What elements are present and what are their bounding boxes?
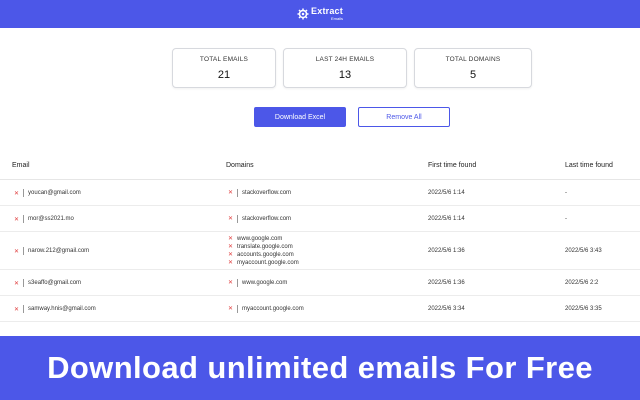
remove-domain-icon[interactable]: ✕ — [228, 189, 233, 197]
divider — [237, 305, 239, 313]
first-found-value: 2022/5/6 1:14 — [428, 190, 465, 196]
stat-label: TOTAL EMAILS — [199, 56, 249, 63]
remove-email-icon[interactable]: ✕ — [14, 280, 19, 287]
gear-icon — [297, 8, 309, 20]
first-found-value: 2022/5/6 3:34 — [428, 306, 465, 312]
table-header: Email Domains First time found Last time… — [0, 152, 640, 180]
first-found-value: 2022/5/6 1:14 — [428, 216, 465, 222]
domain-value: myaccount.google.com — [242, 306, 304, 312]
table-row: ✕ samway.hnis@gmail.com ✕ myaccount.googl… — [0, 296, 640, 322]
emails-table: Email Domains First time found Last time… — [0, 152, 640, 322]
stat-value: 21 — [217, 69, 231, 81]
table-row: ✕ mor@ss2021.mo ✕ stackoverflow.com 2022/… — [0, 206, 640, 232]
domain-value: www.google.com — [242, 280, 288, 286]
logo-subtitle: Emails — [330, 16, 343, 21]
header-email: Email — [12, 162, 30, 169]
stat-card-total-emails: TOTAL EMAILS 21 — [172, 48, 276, 88]
header-last-found: Last time found — [565, 162, 613, 169]
divider — [23, 215, 25, 223]
header-first-found: First time found — [428, 162, 477, 169]
stat-label: LAST 24H EMAILS — [315, 56, 375, 63]
promo-banner: Download unlimited emails For Free — [0, 336, 640, 400]
remove-all-button[interactable]: Remove All — [358, 107, 450, 127]
email-value: s3eaffo@gmail.com — [28, 280, 82, 286]
divider — [237, 215, 239, 223]
stat-value: 13 — [338, 69, 352, 81]
first-found-value: 2022/5/6 1:36 — [428, 280, 465, 286]
domain-value: stackoverflow.com — [242, 190, 292, 196]
download-excel-button[interactable]: Download Excel — [254, 107, 346, 127]
divider — [237, 189, 239, 197]
table-row: ✕ s3eaffo@gmail.com ✕ www.google.com 2022… — [0, 270, 640, 296]
divider — [23, 189, 25, 197]
last-found-value: 2022/5/6 3:43 — [565, 248, 602, 254]
remove-domain-icon[interactable]: ✕ — [228, 235, 233, 243]
stat-label: TOTAL DOMAINS — [445, 56, 501, 63]
first-found-value: 2022/5/6 1:36 — [428, 248, 465, 254]
remove-domain-icon[interactable]: ✕ — [228, 215, 233, 223]
stat-card-total-domains: TOTAL DOMAINS 5 — [414, 48, 532, 88]
remove-domain-icon[interactable]: ✕ — [228, 305, 233, 313]
stat-card-last-24h-emails: LAST 24H EMAILS 13 — [283, 48, 407, 88]
last-found-value: - — [565, 216, 567, 222]
remove-email-icon[interactable]: ✕ — [14, 190, 19, 197]
last-found-value: 2022/5/6 2:2 — [565, 280, 599, 286]
remove-domain-icon[interactable]: ✕ — [228, 259, 233, 267]
header-domains: Domains — [226, 162, 254, 169]
remove-domain-icon[interactable]: ✕ — [228, 279, 233, 287]
stat-value: 5 — [469, 69, 477, 81]
domain-value: myaccount.google.com — [237, 260, 299, 266]
email-value: narow.212@gmail.com — [28, 248, 90, 254]
remove-domain-icon[interactable]: ✕ — [228, 251, 233, 259]
email-value: youcan@gmail.com — [28, 190, 81, 196]
divider — [23, 279, 25, 287]
table-row: ✕ youcan@gmail.com ✕ stackoverflow.com 20… — [0, 180, 640, 206]
domain-value: translate.google.com — [237, 244, 293, 250]
remove-email-icon[interactable]: ✕ — [14, 248, 19, 255]
logo-title: Extract — [311, 6, 343, 16]
divider — [237, 279, 239, 287]
domain-value: www.google.com — [237, 236, 283, 242]
divider — [23, 247, 25, 255]
divider — [23, 305, 25, 313]
remove-domain-icon[interactable]: ✕ — [228, 243, 233, 251]
app-logo: Extract Emails — [297, 7, 343, 21]
remove-email-icon[interactable]: ✕ — [14, 216, 19, 223]
last-found-value: - — [565, 190, 567, 196]
email-value: samway.hnis@gmail.com — [28, 306, 96, 312]
table-row: ✕ narow.212@gmail.com ✕ www.google.com ✕ t… — [0, 232, 640, 270]
last-found-value: 2022/5/6 3:35 — [565, 306, 602, 312]
remove-email-icon[interactable]: ✕ — [14, 306, 19, 313]
domain-value: accounts.google.com — [237, 252, 294, 258]
domain-value: stackoverflow.com — [242, 216, 292, 222]
email-value: mor@ss2021.mo — [28, 216, 74, 222]
top-bar: Extract Emails — [0, 0, 640, 28]
